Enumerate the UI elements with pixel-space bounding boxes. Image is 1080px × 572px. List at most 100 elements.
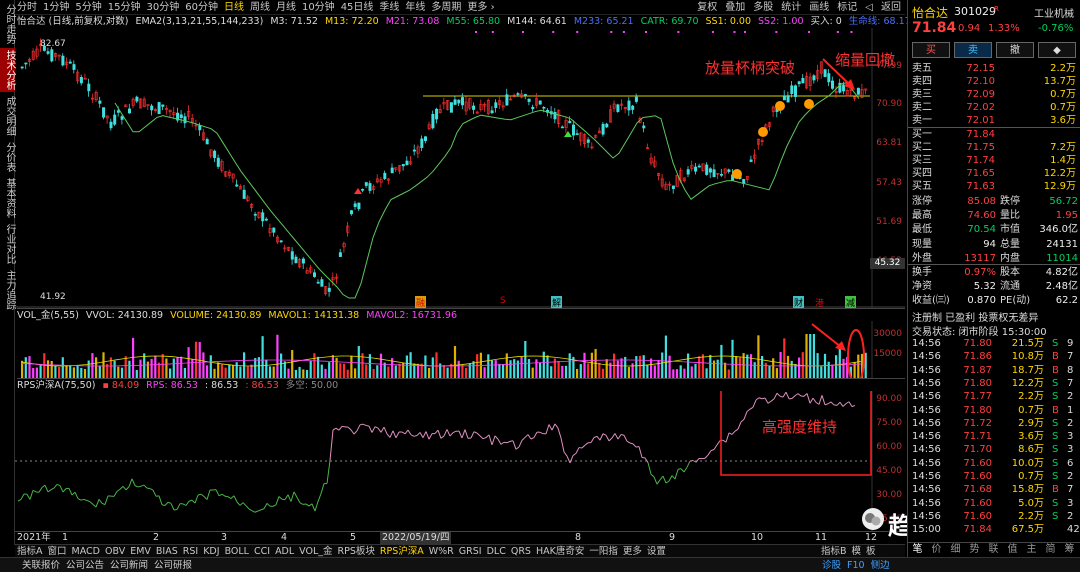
quote-tab-7[interactable]: 简 (1041, 543, 1060, 557)
volume-bar (139, 359, 142, 378)
chart-tool-0[interactable]: 复权 (697, 0, 717, 15)
stat-label: 流通 (1000, 281, 1020, 293)
buy-button[interactable]: 买 (912, 42, 950, 58)
quote-tab-8[interactable]: 筹 (1060, 543, 1079, 557)
industry-name[interactable]: 工业机械 (1034, 5, 1074, 20)
rps-segment (539, 431, 544, 435)
period-0[interactable]: 分时 (17, 0, 37, 15)
chart-tool-7[interactable]: 返回 (881, 0, 901, 15)
status-link-2[interactable]: 公司新闻 (110, 558, 148, 572)
ask-row[interactable]: 卖三 72.09 0.7万 (912, 88, 1077, 101)
volume-bar (698, 356, 701, 378)
rps-segment (503, 441, 508, 444)
period-6[interactable]: 日线 (224, 0, 244, 15)
candle-body (560, 126, 564, 129)
period-11[interactable]: 季线 (379, 0, 399, 15)
quote-tab-0[interactable]: 笔 (908, 543, 927, 557)
bid-row[interactable]: 买四 71.65 12.2万 (912, 167, 1077, 180)
rps-segment (77, 498, 82, 501)
period-8[interactable]: 月线 (276, 0, 296, 15)
rps-title: RPS沪深A(75,50) (17, 380, 96, 391)
candle-body (290, 251, 294, 260)
period-14[interactable]: 更多 › (467, 0, 494, 15)
volume-bar (180, 356, 183, 378)
tick-row: 14:56 71.87 18.7万 B 8 (912, 364, 1077, 377)
rps-chart[interactable] (15, 391, 905, 531)
tick-qty: 8.6万 (1018, 444, 1044, 456)
more-trade-button[interactable]: ◆ (1038, 42, 1076, 58)
side-tab-price-table[interactable]: 分价表 (0, 140, 15, 174)
volume-bar (280, 353, 283, 378)
candle-body (823, 69, 827, 78)
sell-button[interactable]: 卖 (954, 42, 992, 58)
ask-row[interactable]: 卖二 72.02 0.7万 (912, 101, 1077, 114)
period-12[interactable]: 年线 (405, 0, 425, 15)
side-tab-industry[interactable]: 行业对比 (0, 222, 15, 266)
status-link-1[interactable]: 公司公告 (66, 558, 104, 572)
rps-segment (29, 490, 34, 500)
volume-bar (564, 365, 568, 378)
period-1[interactable]: 1分钟 (43, 0, 69, 15)
bid-row[interactable]: 买二 71.75 7.2万 (912, 141, 1077, 154)
signal-dot (622, 31, 625, 33)
ask-row[interactable]: 卖四 72.10 13.7万 (912, 75, 1077, 88)
rps-segment (491, 435, 496, 446)
period-5[interactable]: 60分钟 (185, 0, 218, 15)
quote-tab-6[interactable]: 主 (1022, 543, 1041, 557)
side-tab-main-force[interactable]: 主力追踪 (0, 268, 15, 312)
rps-segment (512, 440, 517, 450)
stat-value: 1.95 (1055, 210, 1078, 222)
ask-row[interactable]: 卖五 72.15 2.2万 (912, 62, 1077, 75)
rps-segment (44, 484, 49, 493)
status-right-2[interactable]: 侧边 (871, 558, 890, 572)
event-marker-s[interactable]: S (500, 296, 506, 306)
side-tab-fundamentals[interactable]: 基本资料 (0, 176, 15, 220)
side-tab-technical[interactable]: 技术分析 (0, 48, 15, 92)
side-tab-trade-detail[interactable]: 成交明细 (0, 94, 15, 138)
cancel-order-button[interactable]: 撤 (996, 42, 1034, 58)
quote-tab-1[interactable]: 价 (927, 543, 946, 557)
ask-row[interactable]: 卖一 72.01 3.6万 (912, 114, 1077, 127)
quote-tab-3[interactable]: 势 (965, 543, 984, 557)
wechat-icon (862, 508, 884, 530)
status-right-1[interactable]: F10 (847, 558, 865, 572)
chart-tool-4[interactable]: 画线 (809, 0, 829, 15)
status-right-0[interactable]: 诊股 (822, 558, 841, 572)
chart-tool-6[interactable]: ◁ (865, 0, 873, 15)
chart-tool-5[interactable]: 标记 (837, 0, 857, 15)
rps-segment (71, 491, 76, 496)
status-link-3[interactable]: 公司研报 (154, 558, 192, 572)
rps-segment (494, 435, 499, 440)
period-3[interactable]: 15分钟 (108, 0, 141, 15)
rps-segment (308, 503, 313, 507)
chart-tool-1[interactable]: 叠加 (725, 0, 745, 15)
bid-row[interactable]: 买五 71.63 12.9万 (912, 180, 1077, 193)
volume-bar (568, 353, 571, 378)
status-link-0[interactable]: 关联报价 (22, 558, 60, 572)
candle-body (412, 149, 416, 152)
period-10[interactable]: 45日线 (341, 0, 374, 15)
period-9[interactable]: 10分钟 (302, 0, 335, 15)
tick-row: 14:56 71.72 2.9万 S 2 (912, 417, 1077, 430)
volume-bar (620, 358, 623, 378)
bid-row[interactable]: 买三 71.74 1.4万 (912, 154, 1077, 167)
period-2[interactable]: 5分钟 (75, 0, 101, 15)
stock-name: 怡合达 (912, 6, 949, 20)
quote-tab-4[interactable]: 联 (984, 543, 1003, 557)
period-7[interactable]: 周线 (250, 0, 270, 15)
quote-tab-5[interactable]: 值 (1003, 543, 1022, 557)
volume-bar (561, 365, 564, 378)
bid-row[interactable]: 买一 71.84 (912, 128, 1077, 141)
industry-change: -0.76% (1038, 23, 1074, 34)
chart-tool-3[interactable]: 统计 (781, 0, 801, 15)
side-tab-timeshare[interactable]: 分时走势 (0, 2, 15, 46)
period-4[interactable]: 30分钟 (146, 0, 179, 15)
candle-body (801, 78, 805, 84)
period-13[interactable]: 多周期 (431, 0, 461, 15)
volume-bar (65, 365, 68, 378)
volume-chart[interactable] (15, 321, 905, 379)
quote-tab-2[interactable]: 细 (946, 543, 965, 557)
ask-label: 卖三 (912, 89, 932, 100)
rps-segment (407, 429, 412, 436)
chart-tool-2[interactable]: 多股 (753, 0, 773, 15)
